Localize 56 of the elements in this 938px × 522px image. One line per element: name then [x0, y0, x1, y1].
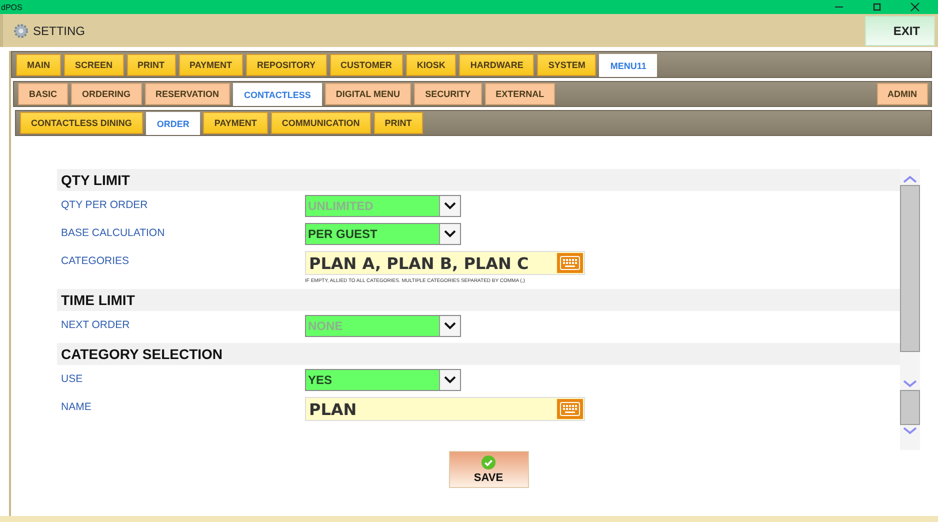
sub-tab[interactable]: RESERVATION: [144, 83, 230, 105]
sub-tab[interactable]: EXTERNAL: [484, 83, 556, 105]
field-label: BASE CALCULATION: [60, 226, 166, 239]
gear-icon: [13, 22, 29, 38]
close-icon[interactable]: [910, 2, 920, 12]
section-header: CATEGORY SELECTION: [57, 343, 900, 365]
menu-tab[interactable]: KIOSK: [406, 54, 456, 76]
chevron-down-icon[interactable]: [903, 380, 917, 388]
menu-tab[interactable]: CUSTOMER: [330, 54, 403, 76]
scrollbar[interactable]: [900, 169, 920, 450]
chevron-down-icon: [444, 322, 456, 330]
section-tab[interactable]: PRINT: [374, 112, 423, 134]
section-tab[interactable]: ORDER: [146, 112, 200, 135]
maximize-icon[interactable]: [872, 2, 882, 12]
chevron-down-icon: [444, 376, 456, 384]
window-title: dPOS: [0, 2, 22, 12]
sub-tab[interactable]: ORDERING: [71, 83, 142, 105]
dropdown[interactable]: YES: [305, 369, 461, 391]
page-title: SETTING: [33, 24, 86, 38]
scroll-thumb[interactable]: [900, 390, 920, 425]
menu-tab[interactable]: PRINT: [126, 54, 176, 76]
input-field[interactable]: PLAN A, PLAN B, PLAN C: [305, 251, 585, 275]
scroll-thumb[interactable]: [900, 185, 920, 352]
chevron-down-icon: [444, 230, 456, 238]
chevron-up-icon[interactable]: [903, 175, 917, 183]
check-icon: [481, 455, 496, 470]
input-field[interactable]: PLAN: [305, 397, 585, 421]
field-label: CATEGORIES: [60, 254, 130, 267]
sub-tab[interactable]: SECURITY: [414, 83, 482, 105]
field-label: NAME: [60, 400, 92, 413]
dropdown[interactable]: PER GUEST: [305, 223, 461, 245]
keyboard-icon[interactable]: [557, 399, 583, 419]
field-label: NEXT ORDER: [60, 318, 131, 331]
section-tab[interactable]: COMMUNICATION: [270, 112, 371, 134]
menu-tab[interactable]: SCREEN: [64, 54, 124, 76]
menu-tab[interactable]: MENU11: [599, 54, 658, 77]
section-tab[interactable]: CONTACTLESS DINING: [20, 112, 143, 134]
chevron-down-icon: [444, 202, 456, 210]
keyboard-icon[interactable]: [557, 253, 583, 273]
menu-tab[interactable]: REPOSITORY: [246, 54, 327, 76]
sub-tab[interactable]: BASIC: [18, 83, 68, 105]
field-label: USE: [60, 372, 84, 385]
menu-tab[interactable]: PAYMENT: [178, 54, 244, 76]
menu-tab[interactable]: HARDWARE: [459, 54, 534, 76]
section-header: QTY LIMIT: [57, 169, 900, 191]
exit-button[interactable]: EXIT: [865, 16, 935, 46]
menu-tab[interactable]: MAIN: [16, 54, 61, 76]
admin-tab[interactable]: ADMIN: [876, 83, 928, 105]
sub-tab[interactable]: CONTACTLESS: [233, 83, 322, 106]
chevron-down-icon[interactable]: [903, 427, 917, 435]
section-header: TIME LIMIT: [57, 289, 900, 311]
sub-tab[interactable]: DIGITAL MENU: [324, 83, 412, 105]
field-label: QTY PER ORDER: [60, 198, 149, 211]
menu-tab[interactable]: SYSTEM: [537, 54, 596, 76]
save-button[interactable]: SAVE: [448, 451, 528, 488]
section-tab[interactable]: PAYMENT: [203, 112, 268, 134]
